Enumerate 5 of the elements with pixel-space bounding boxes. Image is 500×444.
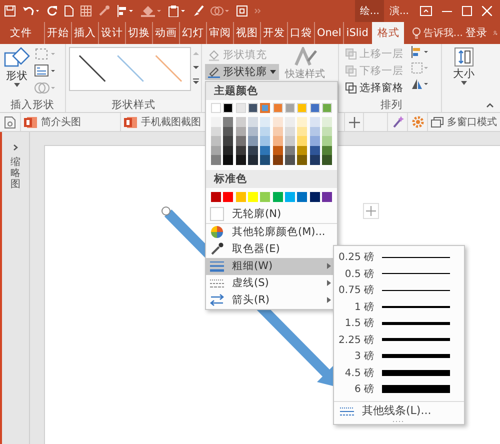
group-label: 形状样式 (110, 98, 156, 112)
section-header: 主题颜色 (206, 82, 337, 100)
section-header: 标准色 (206, 170, 337, 188)
group-label: 排列 (379, 98, 404, 112)
group-label: 插入形状 (9, 98, 56, 112)
